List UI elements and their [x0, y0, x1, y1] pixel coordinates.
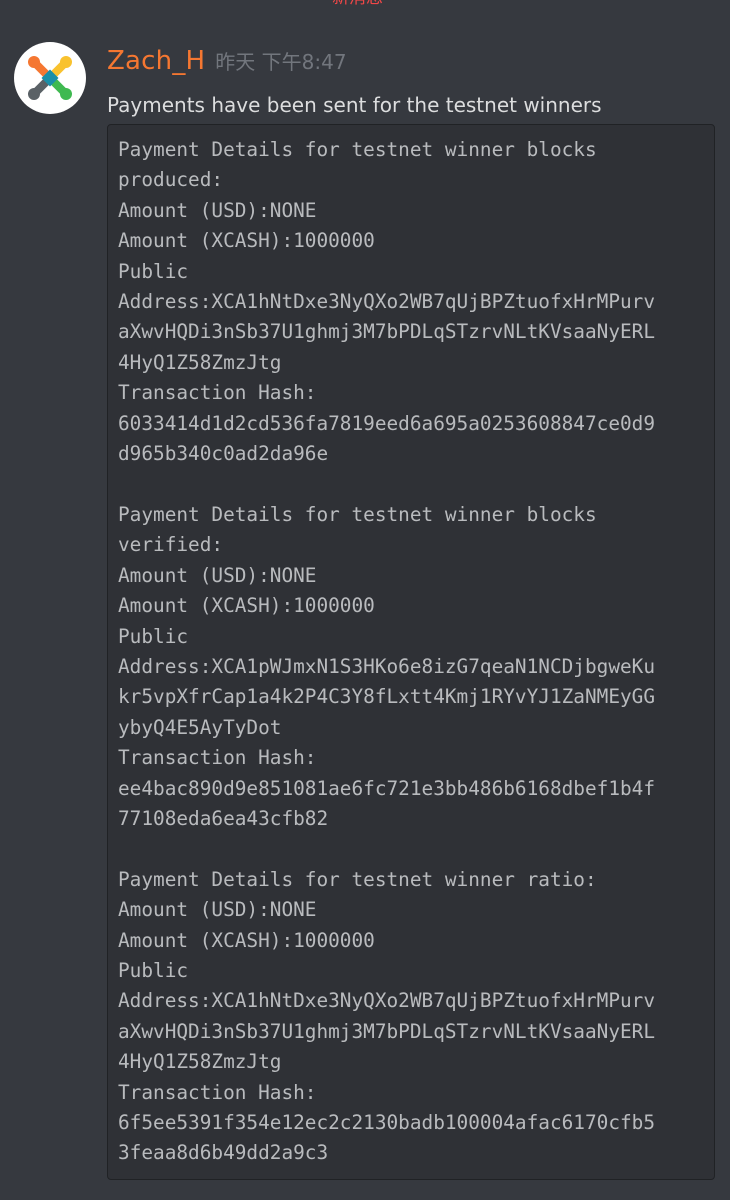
code-line: ybyQ4E5AyTyDot	[118, 715, 282, 739]
code-line: ee4bac890d9e851081ae6fc721e3bb486b6168db…	[118, 776, 656, 800]
code-line: Payment Details for testnet winner ratio…	[118, 867, 597, 891]
code-block: Payment Details for testnet winner block…	[107, 124, 715, 1180]
code-line: 6033414d1d2cd536fa7819eed6a695a025360884…	[118, 411, 656, 435]
code-line: Public	[118, 259, 189, 283]
code-line: Transaction Hash:	[118, 746, 317, 770]
code-line: 4HyQ1Z58ZmzJtg	[118, 1050, 282, 1074]
code-block-content: Payment Details for testnet winner block…	[118, 135, 714, 1169]
code-line: 3feaa8d6b49dd2a9c3	[118, 1141, 329, 1165]
code-line: 4HyQ1Z58ZmzJtg	[118, 350, 282, 374]
code-line: 6f5ee5391f354e12ec2c2130badb100004afac61…	[118, 1111, 656, 1134]
code-line: Amount (USD):NONE	[118, 898, 317, 922]
author-username[interactable]: Zach_H	[107, 46, 205, 76]
code-line: Public	[118, 624, 189, 648]
code-line: Address:XCA1pWJmxN1S3HKo6e8izG7qeaN1NCDj…	[118, 654, 656, 678]
code-line: Transaction Hash:	[118, 1080, 317, 1104]
message-text: Payments have been sent for the testnet …	[107, 93, 602, 117]
code-line: Address:XCA1hNtDxe3NyQXo2WB7qUjBPZtuofxH…	[118, 290, 656, 314]
xcash-logo-icon	[28, 56, 72, 100]
code-line: Amount (XCASH):1000000	[118, 594, 375, 618]
code-line: Public	[118, 958, 189, 982]
message-timestamp[interactable]: 昨天 下午8:47	[215, 50, 346, 74]
code-line: aXwvHQDi3nSb37U1ghmj3M7bPDLqSTzrvNLtKVsa…	[118, 1019, 656, 1043]
code-line: produced:	[118, 168, 224, 192]
message-header: Zach_H 昨天 下午8:47	[107, 46, 347, 76]
code-line: aXwvHQDi3nSb37U1ghmj3M7bPDLqSTzrvNLtKVsa…	[118, 320, 656, 344]
avatar[interactable]	[14, 42, 86, 114]
code-line: Transaction Hash:	[118, 381, 317, 405]
code-line: Payment Details for testnet winner block…	[118, 502, 597, 526]
code-line: Amount (XCASH):1000000	[118, 928, 375, 952]
code-line: verified:	[118, 533, 224, 557]
code-line: Amount (USD):NONE	[118, 563, 317, 587]
code-line: Amount (USD):NONE	[118, 198, 317, 222]
code-line: kr5vpXfrCap1a4k2P4C3Y8fLxtt4Kmj1RYvYJ1Za…	[118, 685, 656, 709]
code-line: d965b340c0ad2da96e	[118, 442, 329, 466]
code-line: Address:XCA1hNtDxe3NyQXo2WB7qUjBPZtuofxH…	[118, 989, 656, 1013]
code-line: 77108eda6ea43cfb82	[118, 806, 329, 830]
code-line: Payment Details for testnet winner block…	[118, 138, 597, 161]
new-messages-divider-label: 新消息	[332, 0, 383, 10]
code-line: Amount (XCASH):1000000	[118, 229, 375, 253]
